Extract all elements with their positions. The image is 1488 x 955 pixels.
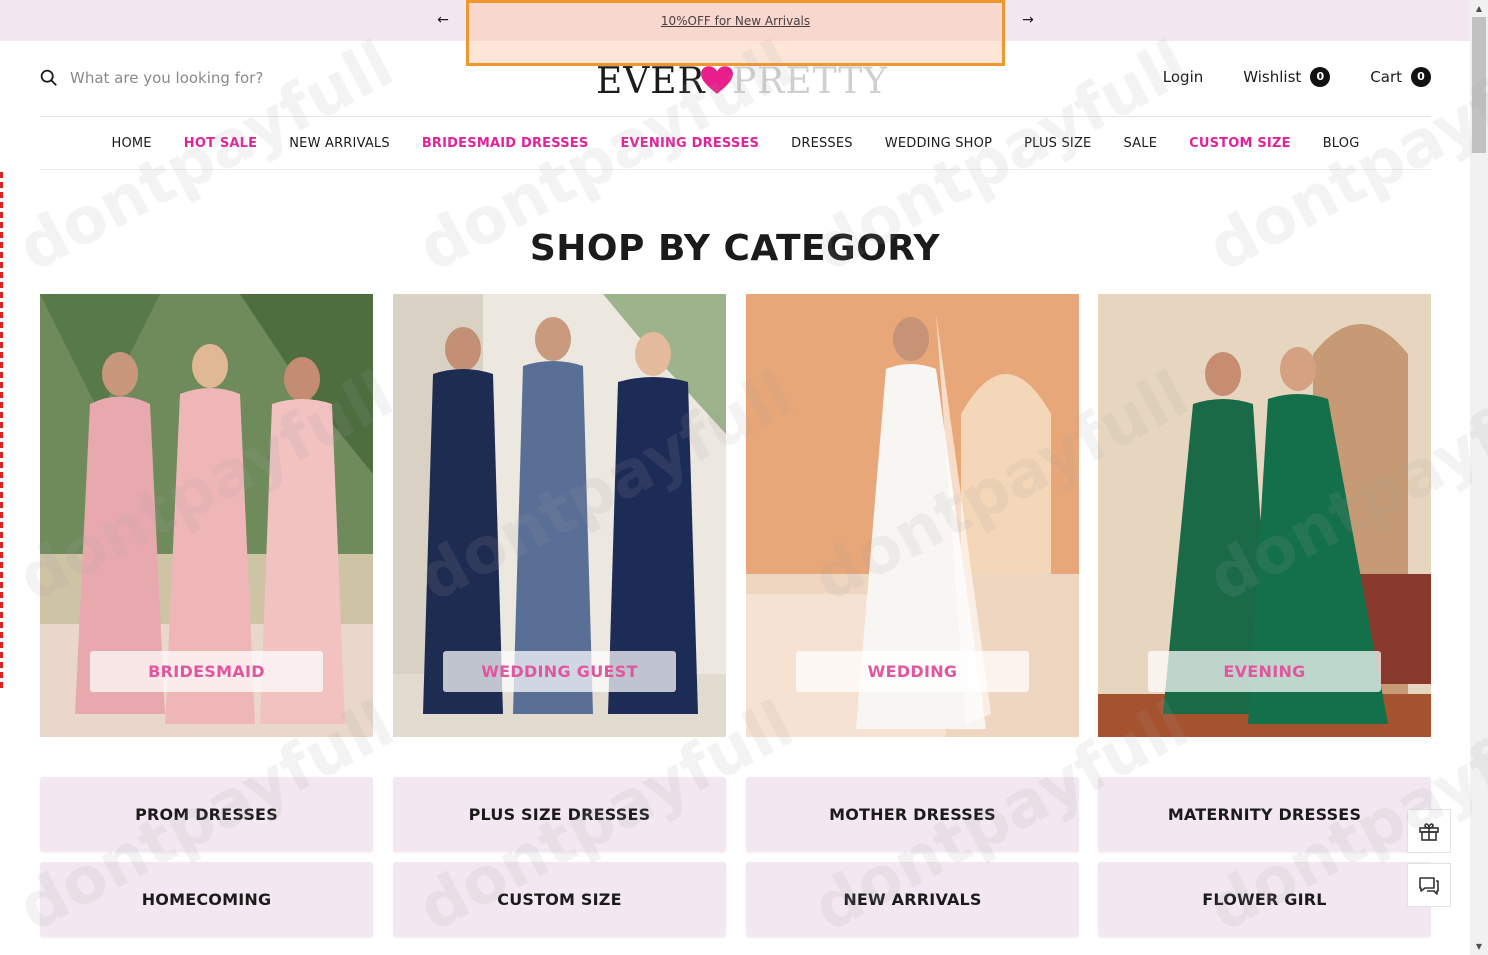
logo-text-left: EVER [596,61,706,102]
search-input[interactable] [70,65,330,91]
nav-item-new-arrivals[interactable]: NEW ARRIVALS [273,136,406,151]
tile-maternity-dresses[interactable]: MATERNITY DRESSES [1098,777,1431,852]
gift-button[interactable] [1407,809,1451,853]
promo-link[interactable]: 10%OFF for New Arrivals [469,14,1002,28]
category-label: WEDDING [796,651,1029,692]
logo-text-right: PRETTY [732,61,889,102]
category-card-wedding-guest[interactable]: WEDDING GUEST [393,294,726,737]
left-edge-indicator [0,172,3,688]
wishlist-link[interactable]: Wishlist 0 [1243,67,1331,87]
chat-icon [1419,877,1439,895]
category-label: EVENING [1148,651,1381,692]
chat-button[interactable] [1407,863,1451,907]
category-label: WEDDING GUEST [443,651,676,692]
logo[interactable]: EVER PRETTY [596,61,887,102]
nav-item-custom-size[interactable]: CUSTOM SIZE [1173,136,1307,151]
nav-item-hot-sale[interactable]: HOT SALE [168,136,274,151]
arrow-left-icon[interactable]: ← [434,11,452,29]
scroll-down-icon[interactable]: ▼ [1470,938,1488,955]
gift-icon [1419,823,1439,841]
wishlist-label: Wishlist [1243,68,1302,86]
nav-item-sale[interactable]: SALE [1107,136,1173,151]
nav-item-plus-size[interactable]: PLUS SIZE [1008,136,1107,151]
nav-item-evening-dresses[interactable]: EVENING DRESSES [604,136,775,151]
account-links: Login Wishlist 0 Cart 0 [1163,67,1431,87]
category-card-wedding[interactable]: WEDDING [746,294,1079,737]
tile-mother-dresses[interactable]: MOTHER DRESSES [746,777,1079,852]
cart-link[interactable]: Cart 0 [1370,67,1431,87]
tile-homecoming[interactable]: HOMECOMING [40,862,373,937]
promo-highlight: 10%OFF for New Arrivals [466,0,1005,66]
wishlist-count-badge: 0 [1310,67,1331,87]
tile-prom-dresses[interactable]: PROM DRESSES [40,777,373,852]
cart-label: Cart [1370,68,1402,86]
nav-item-wedding-shop[interactable]: WEDDING SHOP [869,136,1008,151]
nav-item-home[interactable]: HOME [95,136,167,151]
section-title: SHOP BY CATEGORY [529,228,941,269]
arrow-right-icon[interactable]: → [1019,11,1037,29]
scrollbar-thumb[interactable] [1472,17,1486,153]
main-nav: HOME HOT SALE NEW ARRIVALS BRIDESMAID DRESS… [40,117,1431,170]
nav-item-bridesmaid-dresses[interactable]: BRIDESMAID DRESSES [406,136,605,151]
page-scrollbar[interactable]: ▲ ▼ [1470,0,1488,955]
tile-new-arrivals[interactable]: NEW ARRIVALS [746,862,1079,937]
scroll-up-icon[interactable]: ▲ [1470,0,1488,17]
category-card-evening[interactable]: EVENING [1098,294,1431,737]
tile-flower-girl[interactable]: FLOWER GIRL [1098,862,1431,937]
login-link[interactable]: Login [1163,68,1203,86]
heart-icon [701,66,733,94]
tile-plus-size-dresses[interactable]: PLUS SIZE DRESSES [393,777,726,852]
cart-count-badge: 0 [1411,67,1431,87]
search-icon[interactable] [40,69,58,87]
tile-custom-size[interactable]: CUSTOM SIZE [393,862,726,937]
category-label: BRIDESMAID [90,651,323,692]
category-card-bridesmaid[interactable]: BRIDESMAID [40,294,373,737]
nav-list: HOME HOT SALE NEW ARRIVALS BRIDESMAID DRESS… [40,117,1431,170]
nav-item-blog[interactable]: BLOG [1307,136,1376,151]
category-cards: BRIDESMAID WEDDING GUEST WEDDING EVENING [40,294,1431,737]
nav-item-dresses[interactable]: DRESSES [775,136,869,151]
